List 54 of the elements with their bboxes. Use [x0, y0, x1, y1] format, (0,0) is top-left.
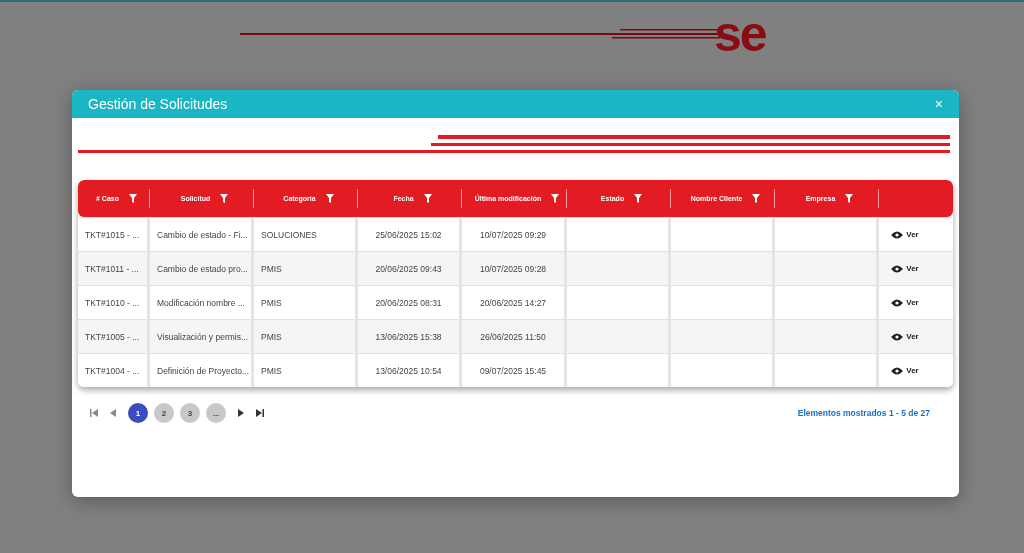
filter-icon[interactable]: [220, 194, 229, 203]
view-button[interactable]: Ver: [891, 230, 919, 239]
table-cell: Visualización y permis...: [157, 331, 249, 342]
filter-icon[interactable]: [551, 194, 560, 203]
table-cell: PMIS: [261, 331, 282, 342]
table-cell: 10/07/2025 09:29: [479, 229, 547, 240]
items-summary: Elementos mostrados 1 - 5 de 27: [797, 408, 930, 418]
page-button[interactable]: 2: [154, 403, 174, 423]
view-button[interactable]: Ver: [891, 264, 919, 273]
table-cell: Modificación nombre ...: [157, 297, 245, 308]
filter-icon[interactable]: [752, 194, 761, 203]
view-button[interactable]: Ver: [891, 366, 919, 375]
table-cell: 26/06/2025 11:50: [480, 331, 546, 342]
filter-icon[interactable]: [634, 194, 643, 203]
previous-page-icon[interactable]: [110, 409, 116, 417]
page-button[interactable]: ...: [206, 403, 226, 423]
table-cell: 20/06/2025 14:27: [479, 297, 547, 308]
filter-icon[interactable]: [129, 194, 137, 203]
filter-icon[interactable]: [325, 194, 334, 203]
view-button[interactable]: Ver: [891, 298, 919, 307]
table-cell: 25/06/2025 15:02: [375, 229, 442, 240]
table-cell: Cambio de estado - Fi...: [157, 229, 248, 240]
table-cell: PMIS: [261, 365, 282, 376]
first-page-icon[interactable]: [90, 409, 98, 417]
table-cell: TKT#1015 - ...: [85, 229, 140, 240]
table-cell: TKT#1005 - ...: [85, 331, 140, 342]
table-cell: PMIS: [261, 297, 282, 308]
table-cell: 10/07/2025 09:28: [479, 263, 547, 274]
table-cell: Definición de Proyecto...: [157, 365, 250, 376]
table-cell: 13/06/2025 15:38: [375, 331, 442, 342]
last-page-icon[interactable]: [256, 409, 264, 417]
eye-icon: [891, 230, 904, 239]
table-cell: TKT#1011 - ...: [85, 263, 139, 274]
table-cell: 20/06/2025 08:31: [375, 297, 442, 308]
modal-title: Gestión de Solicitudes: [88, 96, 228, 112]
eye-icon: [891, 298, 904, 307]
table-cell: 20/06/2025 09:43: [375, 263, 442, 274]
filter-icon[interactable]: [423, 194, 432, 203]
eye-icon: [891, 332, 904, 341]
table-cell: 09/07/2025 15:45: [479, 365, 547, 376]
page-button[interactable]: 3: [180, 403, 200, 423]
eye-icon: [891, 264, 904, 273]
view-button[interactable]: Ver: [891, 332, 919, 341]
table-cell: SOLUCIONES: [261, 229, 317, 240]
table-cell: TKT#1004 - ...: [85, 365, 140, 376]
filter-icon[interactable]: [845, 194, 854, 203]
table-cell: Cambio de estado pro...: [157, 263, 248, 274]
eye-icon: [891, 366, 904, 375]
page-button[interactable]: 1: [128, 403, 148, 423]
table-cell: TKT#1010 - ...: [85, 297, 140, 308]
table-cell: PMIS: [261, 263, 282, 274]
table-cell: 13/06/2025 10:54: [375, 365, 442, 376]
next-page-icon[interactable]: [238, 409, 244, 417]
logo: se: [714, 14, 766, 54]
